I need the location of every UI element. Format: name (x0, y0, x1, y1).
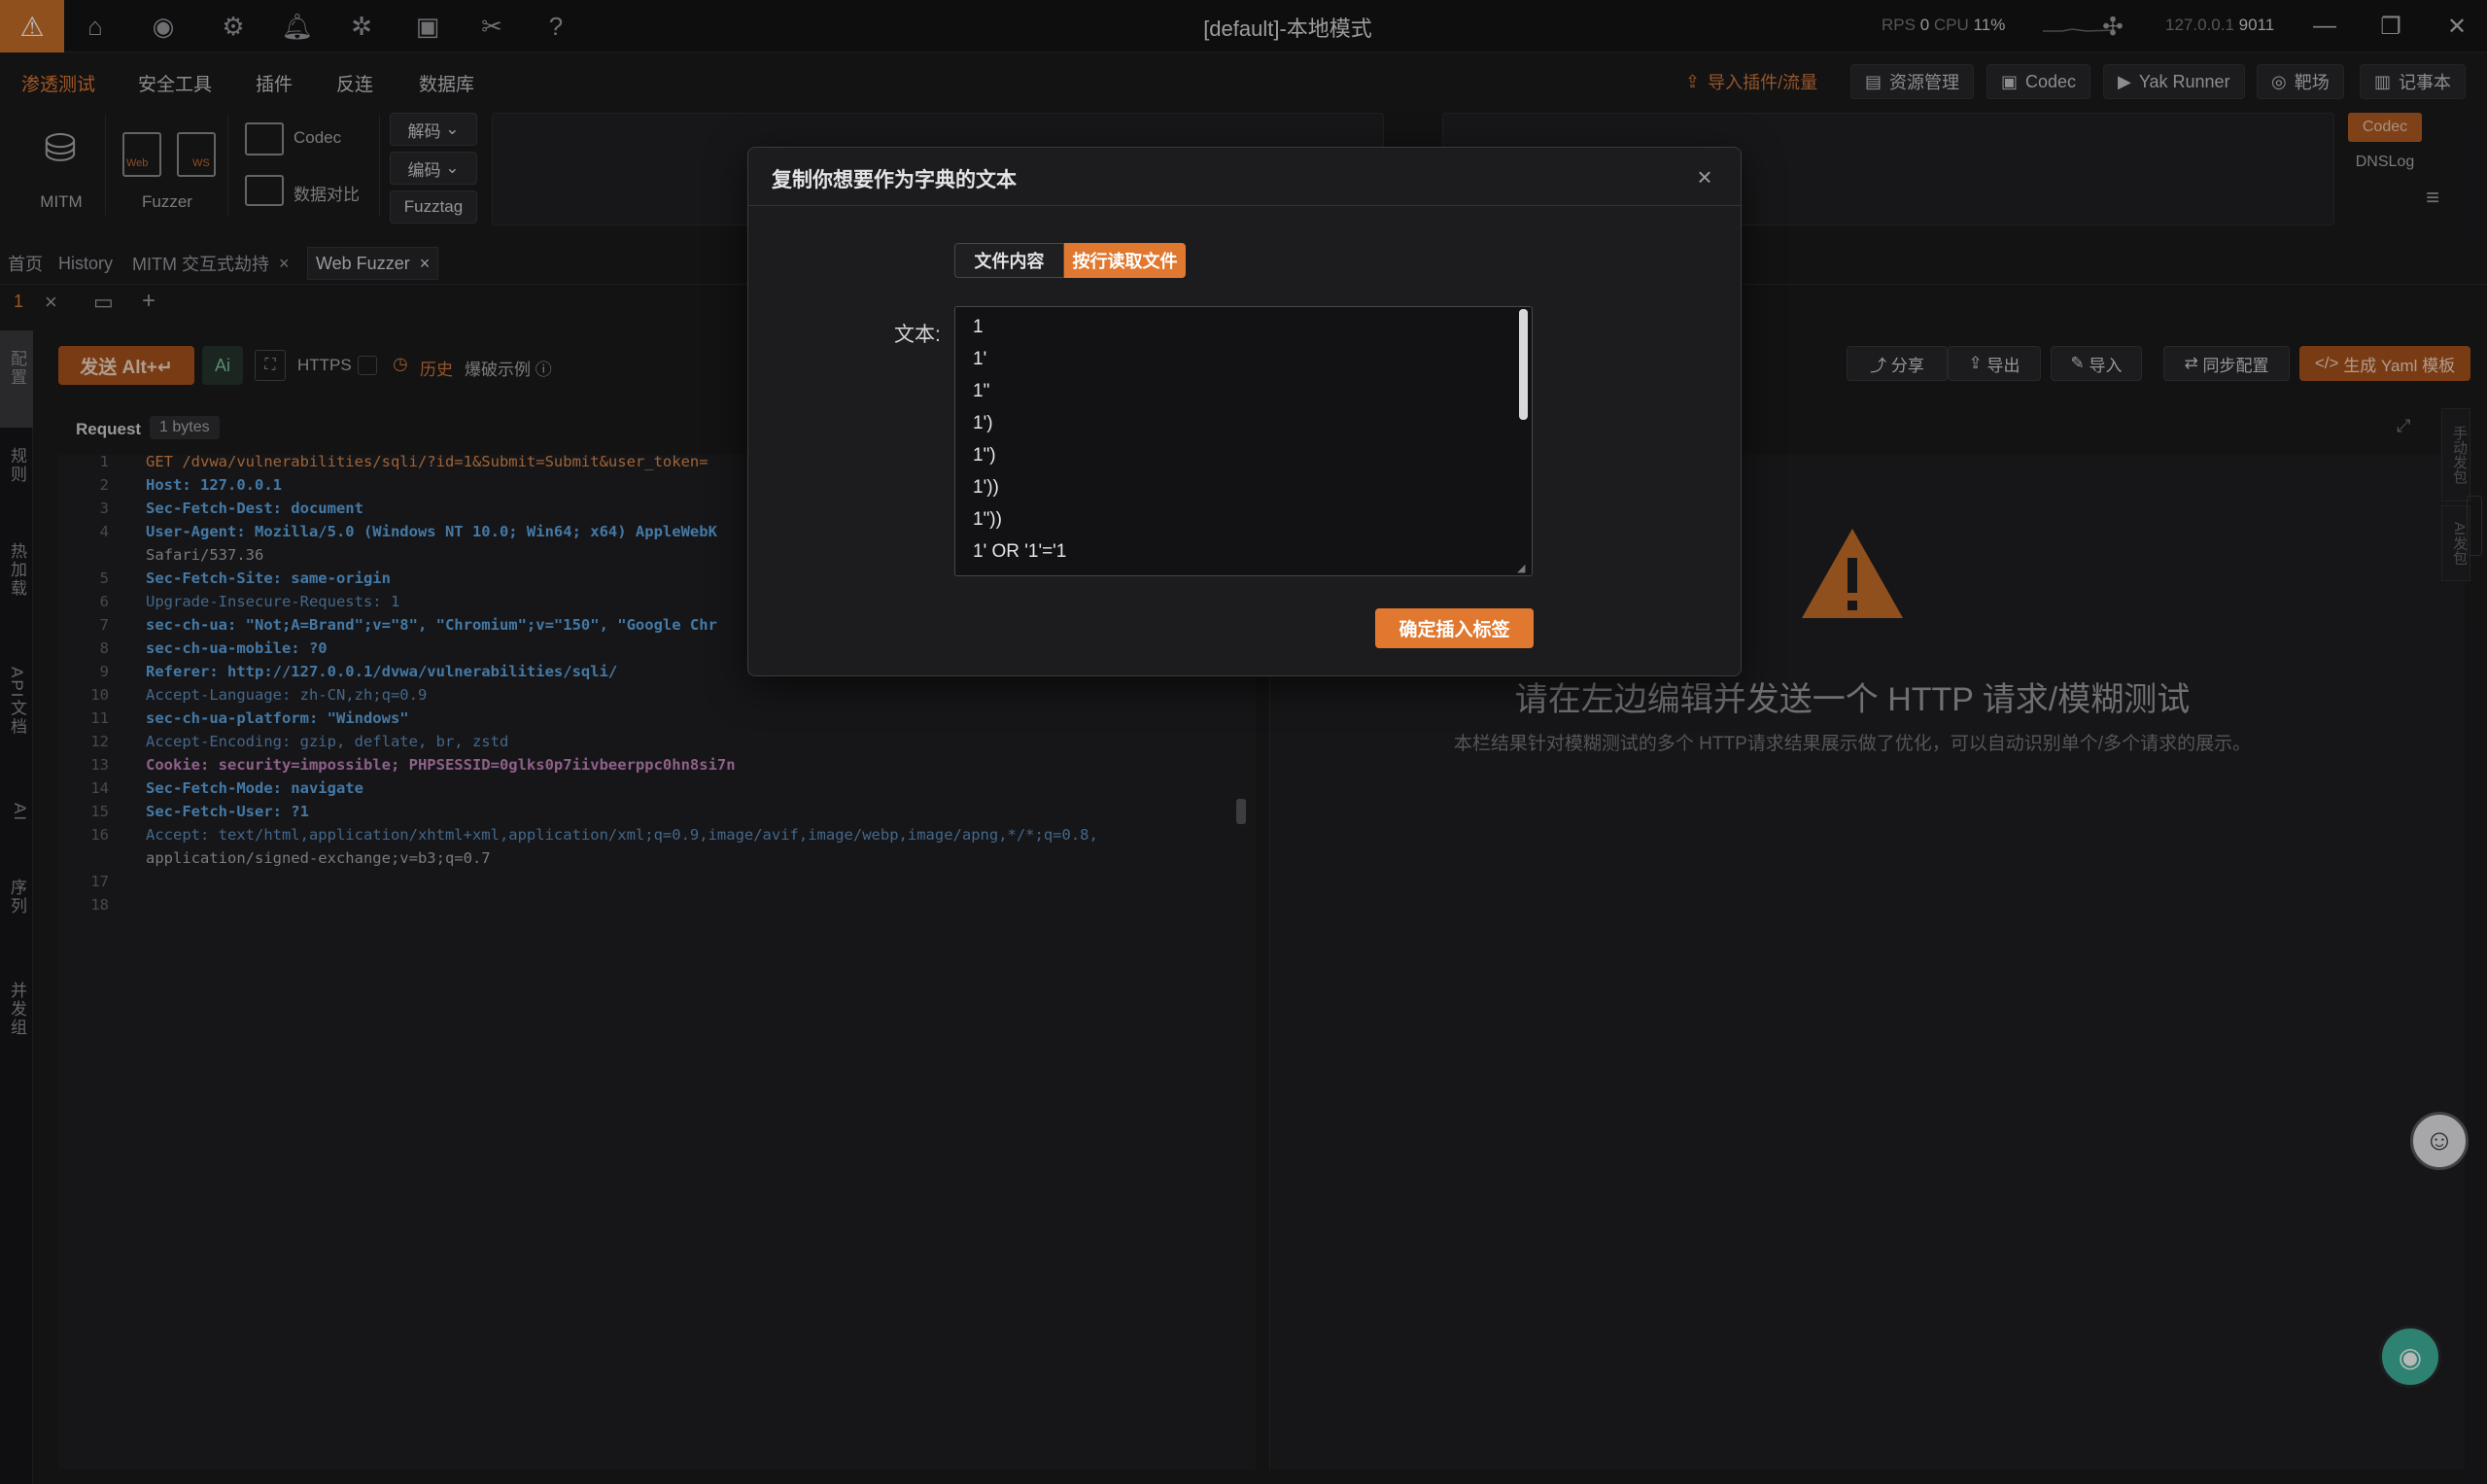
text-line: 1')) (973, 477, 999, 498)
text-line: 1' OR '1'='1 (973, 541, 1067, 562)
textarea-scrollbar[interactable] (1519, 309, 1528, 420)
modal-title: 复制你想要作为字典的文本 (772, 169, 1017, 191)
dictionary-modal: 复制你想要作为字典的文本 × 文件内容 按行读取文件 文本: 1 1' 1" 1… (747, 147, 1742, 676)
text-line: 1") (973, 445, 996, 466)
text-label: 文本: (894, 324, 941, 346)
text-line: 1" (973, 381, 990, 401)
segment-file-content[interactable]: 文件内容 (954, 243, 1064, 278)
text-line: 1 (973, 317, 984, 337)
resize-handle-icon[interactable]: ◢ (1517, 562, 1529, 574)
close-icon[interactable]: × (1687, 159, 1722, 194)
text-line: 1' (973, 349, 987, 369)
text-line: 1")) (973, 509, 1002, 530)
text-line: 1') (973, 413, 993, 433)
segment-read-by-line[interactable]: 按行读取文件 (1064, 243, 1186, 278)
confirm-insert-button[interactable]: 确定插入标签 (1375, 608, 1534, 648)
dictionary-textarea[interactable]: 1 1' 1" 1') 1") 1')) 1")) 1' OR '1'='1 ◢ (954, 306, 1533, 576)
